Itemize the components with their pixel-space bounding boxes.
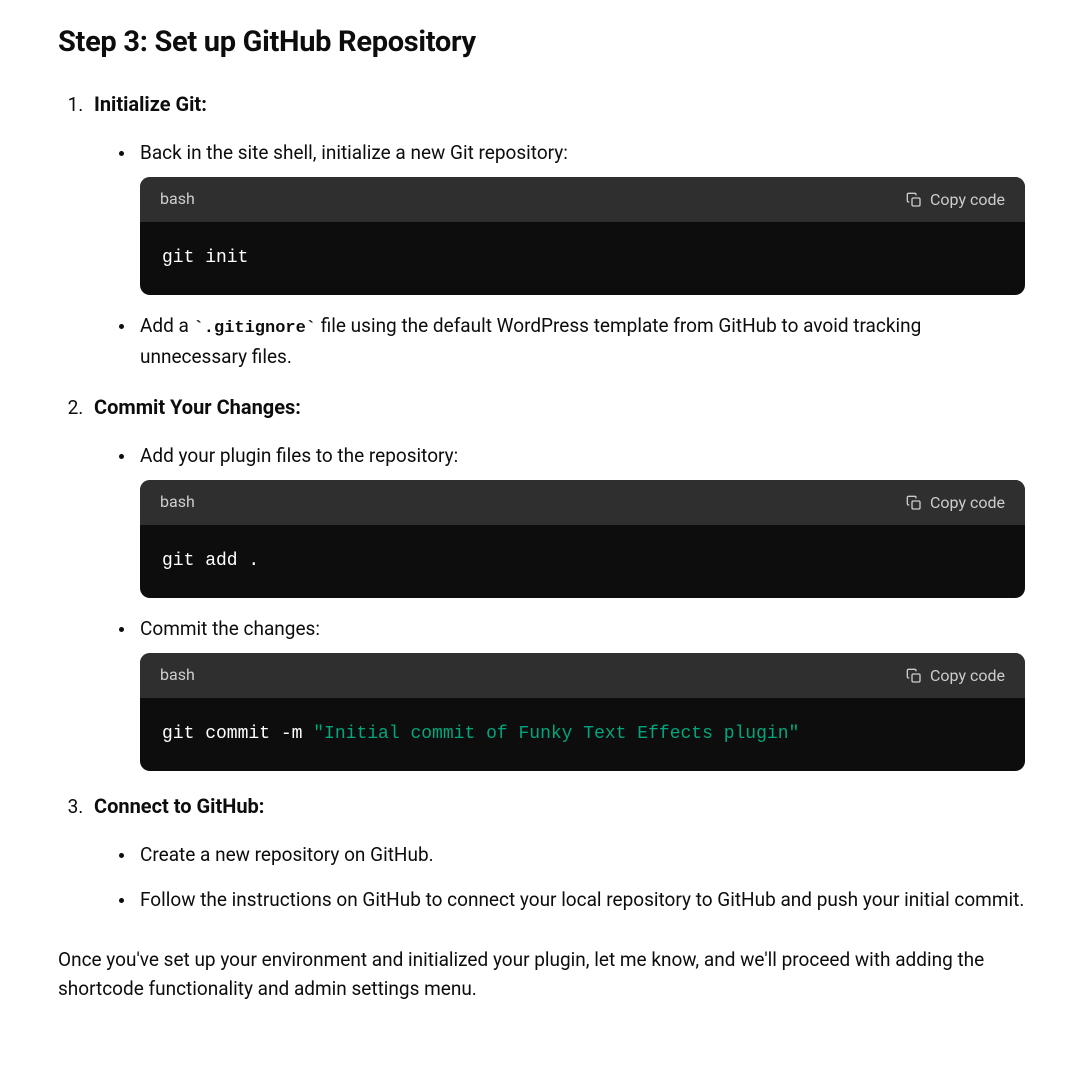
instruction-item: Connect to GitHub: Create a new reposito… bbox=[88, 791, 1025, 915]
code-header: bash Copy code bbox=[140, 177, 1025, 222]
code-content: git init bbox=[140, 222, 1025, 295]
instruction-item: Initialize Git: Back in the site shell, … bbox=[88, 89, 1025, 372]
code-block: bash Copy code git add . bbox=[140, 480, 1025, 598]
sub-bullet-list: Back in the site shell, initialize a new… bbox=[94, 138, 1025, 372]
instruction-item: Commit Your Changes: Add your plugin fil… bbox=[88, 392, 1025, 771]
instruction-title: Commit Your Changes: bbox=[94, 395, 301, 419]
copy-icon bbox=[906, 495, 922, 511]
list-item: Follow the instructions on GitHub to con… bbox=[136, 885, 1025, 914]
bullet-text: Commit the changes: bbox=[140, 617, 320, 640]
list-item: Create a new repository on GitHub. bbox=[136, 840, 1025, 869]
copy-code-button[interactable]: Copy code bbox=[906, 190, 1005, 209]
bullet-text: Add your plugin files to the repository: bbox=[140, 444, 458, 467]
code-header: bash Copy code bbox=[140, 653, 1025, 698]
copy-icon bbox=[906, 668, 922, 684]
copy-code-label: Copy code bbox=[930, 190, 1005, 209]
code-block: bash Copy code git commit -m "Initial co… bbox=[140, 653, 1025, 771]
copy-code-label: Copy code bbox=[930, 493, 1005, 512]
code-language-label: bash bbox=[160, 187, 195, 212]
code-header: bash Copy code bbox=[140, 480, 1025, 525]
step-heading: Step 3: Set up GitHub Repository bbox=[58, 20, 1025, 65]
code-block: bash Copy code git init bbox=[140, 177, 1025, 295]
instruction-list: Initialize Git: Back in the site shell, … bbox=[58, 89, 1025, 915]
inline-code: `.gitignore` bbox=[194, 319, 316, 338]
closing-paragraph: Once you've set up your environment and … bbox=[58, 945, 1025, 1004]
sub-bullet-list: Add your plugin files to the repository:… bbox=[94, 441, 1025, 771]
sub-bullet-list: Create a new repository on GitHub. Follo… bbox=[94, 840, 1025, 915]
instruction-title: Initialize Git: bbox=[94, 92, 207, 116]
list-item: Add your plugin files to the repository:… bbox=[136, 441, 1025, 598]
code-content: git add . bbox=[140, 525, 1025, 598]
list-item: Back in the site shell, initialize a new… bbox=[136, 138, 1025, 295]
bullet-text: Follow the instructions on GitHub to con… bbox=[140, 888, 1024, 911]
copy-code-button[interactable]: Copy code bbox=[906, 666, 1005, 685]
copy-code-button[interactable]: Copy code bbox=[906, 493, 1005, 512]
code-language-label: bash bbox=[160, 663, 195, 688]
list-item: Commit the changes: bash Copy code git c… bbox=[136, 614, 1025, 771]
list-item: Add a `.gitignore` file using the defaul… bbox=[136, 311, 1025, 372]
bullet-text: Create a new repository on GitHub. bbox=[140, 843, 434, 866]
copy-code-label: Copy code bbox=[930, 666, 1005, 685]
bullet-text: Back in the site shell, initialize a new… bbox=[140, 141, 568, 164]
code-language-label: bash bbox=[160, 490, 195, 515]
code-content: git commit -m "Initial commit of Funky T… bbox=[140, 698, 1025, 771]
instruction-title: Connect to GitHub: bbox=[94, 794, 264, 818]
bullet-text-pre: Add a bbox=[140, 314, 194, 337]
copy-icon bbox=[906, 192, 922, 208]
